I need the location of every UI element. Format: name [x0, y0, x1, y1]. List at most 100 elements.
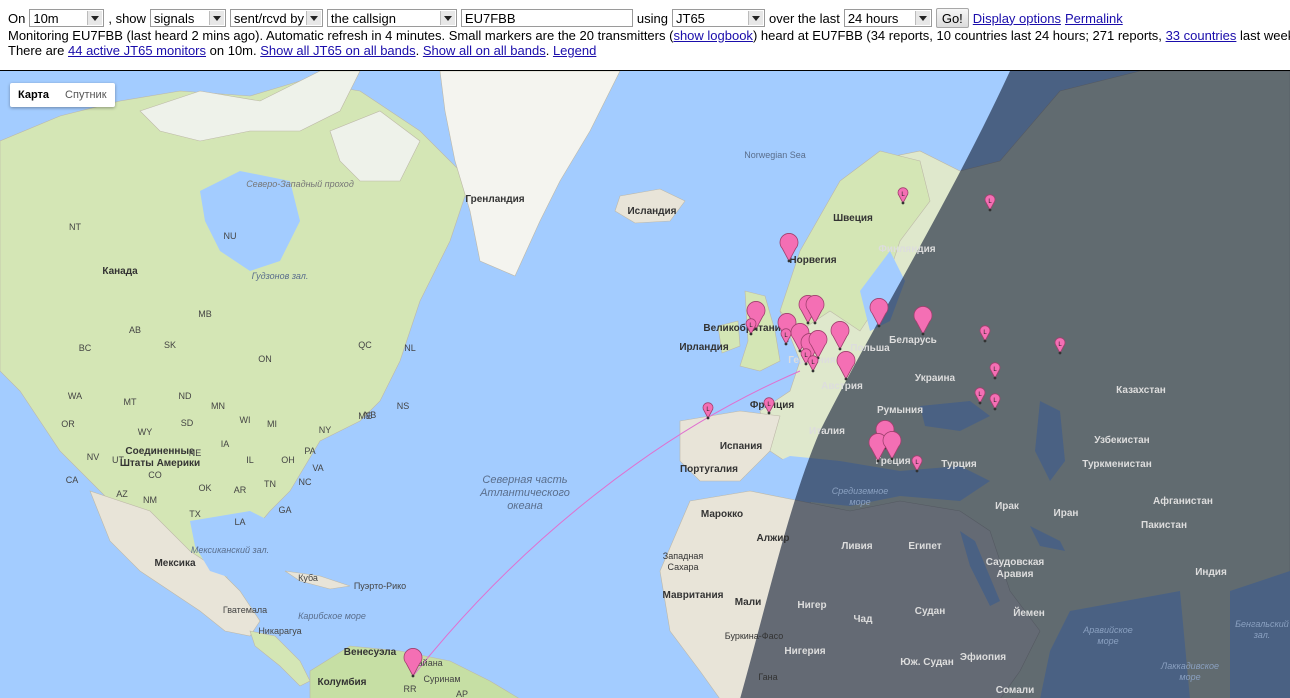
map-label-mediterranean-1: Средиземное	[832, 486, 889, 496]
display-options-link[interactable]: Display options	[973, 11, 1061, 26]
map-label-algeria: Алжир	[757, 533, 790, 544]
map-label-il: IL	[246, 455, 254, 465]
map-label-ethiopia: Эфиопия	[960, 651, 1006, 663]
map-label-nv: NV	[87, 452, 100, 462]
map-label-sudan: Судан	[915, 606, 945, 617]
map-label-wy: WY	[138, 427, 153, 437]
map-view[interactable]: Карта Спутник Северо-Западный проход Гре…	[0, 70, 1290, 698]
map-label-co: CO	[148, 470, 162, 480]
map-label-nw-passage: Северо-Западный проход	[246, 179, 354, 189]
map-label-chad: Чад	[854, 614, 874, 625]
permalink-link[interactable]: Permalink	[1065, 11, 1123, 26]
map-label-norwegian-sea: Norwegian Sea	[744, 150, 806, 160]
map-label-wa: WA	[68, 391, 82, 401]
period-select[interactable]: 24 hours	[843, 9, 932, 27]
map-label-niger: Нигер	[797, 600, 826, 611]
map-label-india: Индия	[1195, 567, 1227, 578]
show-logbook-link[interactable]: show logbook	[673, 28, 753, 43]
map-label-ga: GA	[278, 505, 291, 515]
map-label-nicaragua: Никарагуа	[258, 626, 301, 636]
map-label-mexico: Мексика	[154, 558, 195, 569]
map-label-gulf-mexico: Мексиканский зал.	[191, 545, 269, 555]
mode-value: JT65	[676, 10, 705, 26]
map-label-nl: NL	[404, 343, 416, 353]
band-select[interactable]: 10m	[29, 9, 105, 27]
map-label-ca: CA	[66, 475, 79, 485]
map-label-burkina: Буркина-Фасо	[725, 631, 784, 641]
mode-select[interactable]: JT65	[672, 9, 765, 27]
active-monitors-link[interactable]: 44 active JT65 monitors	[68, 43, 206, 58]
map-label-rr: RR	[404, 684, 417, 694]
map-label-ireland: Ирландия	[679, 342, 728, 353]
map-label-tn: TN	[264, 479, 276, 489]
map-label-ia: IA	[221, 439, 230, 449]
all-jt65-link[interactable]: Show all JT65 on all bands	[260, 43, 415, 58]
map-label-hudson-bay: Гудзонов зал.	[252, 271, 309, 281]
all-bands-link[interactable]: Show all on all bands	[423, 43, 546, 58]
chevron-down-icon	[748, 11, 763, 25]
monitors-text-b: on 10m.	[209, 43, 257, 58]
callsign-input[interactable]: EU7FBB	[460, 9, 633, 27]
map-label-guatemala: Гватемала	[223, 605, 267, 615]
map-label-romania: Румыния	[877, 405, 923, 416]
period-value: 24 hours	[847, 10, 899, 26]
map-label-mn: MN	[211, 401, 225, 411]
control-bar: On 10m , show signals sent/rcvd by the c…	[0, 0, 1290, 70]
map-label-usa-1: Соединенные	[125, 446, 195, 457]
map-label-atlantic-2: Атлантического	[479, 487, 570, 499]
target-select[interactable]: the callsign	[326, 9, 457, 27]
legend-link[interactable]: Legend	[553, 43, 596, 58]
map-label-turkey: Турция	[941, 459, 977, 470]
map-label-sd: SD	[181, 418, 194, 428]
map-label-az: AZ	[116, 489, 128, 499]
monitors-text-a: There are	[8, 43, 65, 58]
map-label-finland: Финляндия	[878, 244, 935, 255]
status-line-2: There are 44 active JT65 monitors on 10m…	[8, 43, 597, 58]
chevron-down-icon	[439, 11, 455, 25]
status-text-b: ) heard at EU7FBB (34 reports, 10 countr…	[752, 28, 1162, 43]
map-label-laccadive-1: Лаккадивское	[1160, 661, 1219, 671]
map-label-ny: NY	[319, 425, 332, 435]
go-button[interactable]: Go!	[935, 8, 969, 28]
show-select[interactable]: signals	[149, 9, 226, 27]
map-label-morocco: Марокко	[701, 509, 743, 520]
map-label-oh: OH	[281, 455, 295, 465]
chevron-down-icon	[305, 11, 321, 25]
map-label-va: VA	[312, 463, 323, 473]
map-label-atlantic-3: океана	[507, 500, 543, 512]
direction-select[interactable]: sent/rcvd by	[229, 9, 323, 27]
map-label-somalia: Сомали	[996, 685, 1035, 696]
map-label-iraq: Ирак	[995, 501, 1020, 512]
satellite-type-button[interactable]: Спутник	[57, 83, 114, 107]
map-label-pa: PA	[304, 446, 315, 456]
chevron-down-icon	[914, 11, 930, 25]
map-label-arabian-sea-1: Аравийское	[1082, 625, 1132, 635]
map-label-qc: QC	[358, 340, 372, 350]
map-type-button[interactable]: Карта	[10, 83, 57, 107]
map-label-canada: Канада	[102, 266, 138, 277]
target-value: the callsign	[330, 10, 396, 26]
map-label-nigeria: Нигерия	[784, 646, 825, 657]
using-label: using	[636, 10, 668, 26]
map-label-italy: Италия	[809, 426, 845, 437]
map-type-control: Карта Спутник	[10, 83, 115, 107]
map-label-iran: Иран	[1054, 508, 1079, 519]
map-label-wi: WI	[240, 415, 251, 425]
map-label-ap: AP	[456, 689, 468, 698]
map-label-ut: UT	[112, 455, 124, 465]
map-label-nt: NT	[69, 222, 81, 232]
map-label-mi: MI	[267, 419, 277, 429]
status-text-a: Monitoring EU7FBB (last heard 2 mins ago…	[8, 28, 674, 43]
map-label-usa-2: Штаты Америки	[120, 458, 200, 469]
map-label-ne: NE	[189, 448, 202, 458]
map-label-spain: Испания	[720, 441, 763, 452]
map-label-venezuela: Венесуэла	[344, 647, 397, 658]
map-label-atlantic-1: Северная часть	[482, 474, 567, 486]
map-label-ukraine: Украина	[915, 373, 956, 384]
map-label-nm: NM	[143, 495, 157, 505]
map-label-ar: AR	[234, 485, 247, 495]
direction-value: sent/rcvd by	[233, 10, 305, 26]
map-label-sweden: Швеция	[833, 213, 873, 224]
countries-link[interactable]: 33 countries	[1166, 28, 1237, 43]
map-label-arabian-sea-2: море	[1097, 636, 1118, 646]
